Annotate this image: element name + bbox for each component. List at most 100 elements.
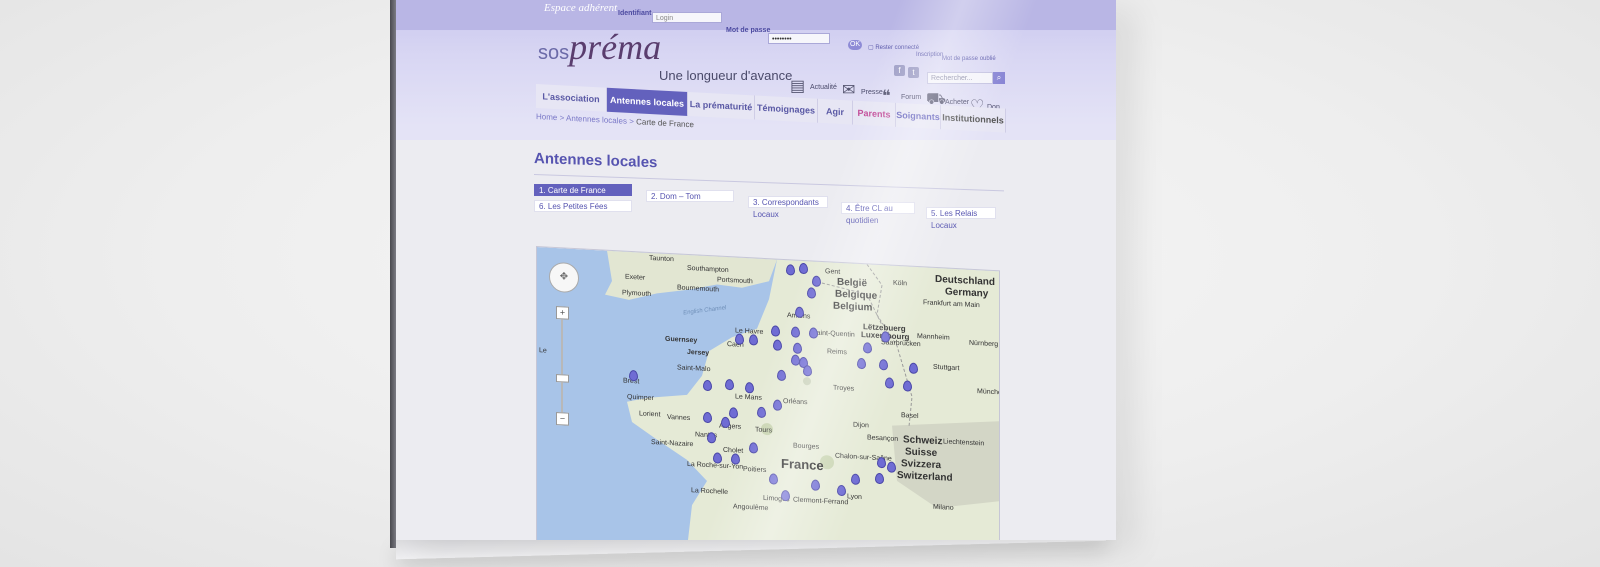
subtab-correspondants-locaux[interactable]: 3. Correspondants Locaux xyxy=(748,196,828,219)
map-pin[interactable] xyxy=(773,399,782,411)
map-pin[interactable] xyxy=(721,416,730,429)
map-pin[interactable] xyxy=(703,411,712,424)
facebook-icon[interactable]: f xyxy=(894,65,905,76)
map-pin[interactable] xyxy=(773,339,782,351)
map-pin[interactable] xyxy=(795,306,804,319)
member-space-label: Espace adhérent xyxy=(544,2,618,14)
map-pin[interactable] xyxy=(791,326,800,338)
map-pin[interactable] xyxy=(749,334,758,346)
scene: Espace adhérent Identifiant Login Mot de… xyxy=(0,0,1600,567)
subtab-carte-de-france[interactable]: 1. Carte de France xyxy=(534,184,632,196)
map-pan-control[interactable]: ✥ xyxy=(549,261,579,294)
subtab-etre-cl[interactable]: 4. Être CL au quotidien xyxy=(841,202,915,225)
map-pin[interactable] xyxy=(793,342,802,354)
login-ok-button[interactable]: OK xyxy=(848,40,862,50)
map-pin[interactable] xyxy=(731,453,740,465)
map-label-bourges: Bourges xyxy=(793,442,820,451)
map-pin[interactable] xyxy=(781,489,790,502)
util-forum-label[interactable]: Forum xyxy=(901,94,921,101)
map-label-reims: Reims xyxy=(827,348,847,357)
map-pin[interactable] xyxy=(725,378,734,391)
map-label-plymouth: Plymouth xyxy=(622,289,652,299)
map-pin[interactable] xyxy=(857,357,866,370)
map-pin[interactable] xyxy=(757,406,766,419)
register-link[interactable]: Inscription xyxy=(916,52,943,58)
map-pin[interactable] xyxy=(745,381,754,394)
forgot-password-link[interactable]: Mot de passe oublié xyxy=(942,56,996,62)
nav-item-institutionnels[interactable]: Institutionnels xyxy=(941,105,1006,133)
map-pin[interactable] xyxy=(729,407,738,419)
breadcrumb-home-link[interactable]: Home xyxy=(536,112,557,122)
zoom-slider-track[interactable] xyxy=(561,312,563,423)
map-pin[interactable] xyxy=(877,456,886,469)
nav-item-antennes-locales[interactable]: Antennes locales xyxy=(607,87,688,116)
map-pin[interactable] xyxy=(713,452,722,464)
map-pin[interactable] xyxy=(851,473,860,485)
subtab-dom-tom[interactable]: 2. Dom – Tom xyxy=(646,190,734,202)
util-news-label[interactable]: Actualité xyxy=(810,84,837,91)
map-pin[interactable] xyxy=(703,379,712,392)
zoom-slider-handle[interactable] xyxy=(556,374,569,383)
map-label-vannes: Vannes xyxy=(667,413,691,423)
map-pin[interactable] xyxy=(811,479,820,491)
map-pin[interactable] xyxy=(903,380,912,392)
map-label-stuttgart: Stuttgart xyxy=(933,363,960,373)
map-pin[interactable] xyxy=(629,369,638,382)
login-input[interactable]: Login xyxy=(652,12,722,23)
search-button[interactable]: ⌕ xyxy=(993,72,1005,84)
map-pin[interactable] xyxy=(909,362,918,375)
remember-me-label: Rester connecté xyxy=(875,45,920,51)
map-label-tours: Tours xyxy=(755,426,773,435)
map-pin[interactable] xyxy=(786,264,795,276)
password-label: Mot de passe xyxy=(726,27,771,34)
map-pin[interactable] xyxy=(799,262,808,275)
page-title: Antennes locales xyxy=(534,150,658,172)
map-pin[interactable] xyxy=(707,431,716,444)
search-input[interactable]: Rechercher... xyxy=(927,72,993,84)
map-label-suisse: Suisse xyxy=(905,446,938,460)
zoom-in-button[interactable]: + xyxy=(556,306,569,320)
map-pin[interactable] xyxy=(769,473,778,485)
map-label-milano: Milano xyxy=(933,503,954,512)
nav-item-agir[interactable]: Agir xyxy=(818,98,853,125)
nav-item-association[interactable]: L'association xyxy=(536,84,607,112)
news-icon[interactable]: ▤ xyxy=(790,76,805,96)
france-map[interactable]: ✥ + − Taunton Southampton Exeter Portsmo… xyxy=(536,246,1000,540)
map-pin[interactable] xyxy=(803,364,812,377)
map-label-belgie: België xyxy=(837,276,868,290)
subtab-relais-locaux[interactable]: 5. Les Relais Locaux xyxy=(926,207,996,230)
map-pin[interactable] xyxy=(735,333,744,345)
map-pin[interactable] xyxy=(807,287,816,299)
map-label-nurnberg: Nürnberg xyxy=(969,339,999,349)
map-pin[interactable] xyxy=(749,442,758,454)
nav-item-parents[interactable]: Parents xyxy=(853,100,896,127)
nav-item-prematurite[interactable]: La prématurité xyxy=(688,91,755,120)
password-input[interactable]: •••••••• xyxy=(768,33,830,44)
nav-item-temoignages[interactable]: Témoignages xyxy=(755,95,818,123)
map-pin[interactable] xyxy=(887,461,896,473)
map-label-taunton: Taunton xyxy=(649,254,674,264)
map-pin[interactable] xyxy=(812,275,821,287)
map-label-orleans: Orléans xyxy=(783,397,808,407)
press-icon[interactable]: ✉ xyxy=(842,80,855,100)
map-label-koln: Köln xyxy=(893,279,908,288)
tagline: Une longueur d'avance xyxy=(659,68,793,83)
remember-me-checkbox[interactable]: ▢ Rester connecté xyxy=(868,44,919,51)
map-pin[interactable] xyxy=(881,331,890,343)
map-pin[interactable] xyxy=(777,369,786,382)
map-pin[interactable] xyxy=(771,325,780,337)
map-label-belgique: Belgique xyxy=(835,288,878,302)
map-pin[interactable] xyxy=(809,327,818,339)
map-pin[interactable] xyxy=(863,342,872,354)
map-pin[interactable] xyxy=(837,484,846,497)
util-press-label[interactable]: Presse xyxy=(861,89,883,96)
nav-item-soignants[interactable]: Soignants xyxy=(896,102,941,130)
map-pin[interactable] xyxy=(875,472,884,485)
map-label-munchen: Münche xyxy=(977,388,1000,397)
twitter-icon[interactable]: t xyxy=(908,67,919,78)
subtab-petites-fees[interactable]: 6. Les Petites Fées xyxy=(534,200,632,212)
map-pin[interactable] xyxy=(885,377,894,389)
zoom-out-button[interactable]: − xyxy=(556,412,569,426)
site-logo[interactable]: sospréma xyxy=(538,26,661,68)
map-pin[interactable] xyxy=(879,358,888,371)
